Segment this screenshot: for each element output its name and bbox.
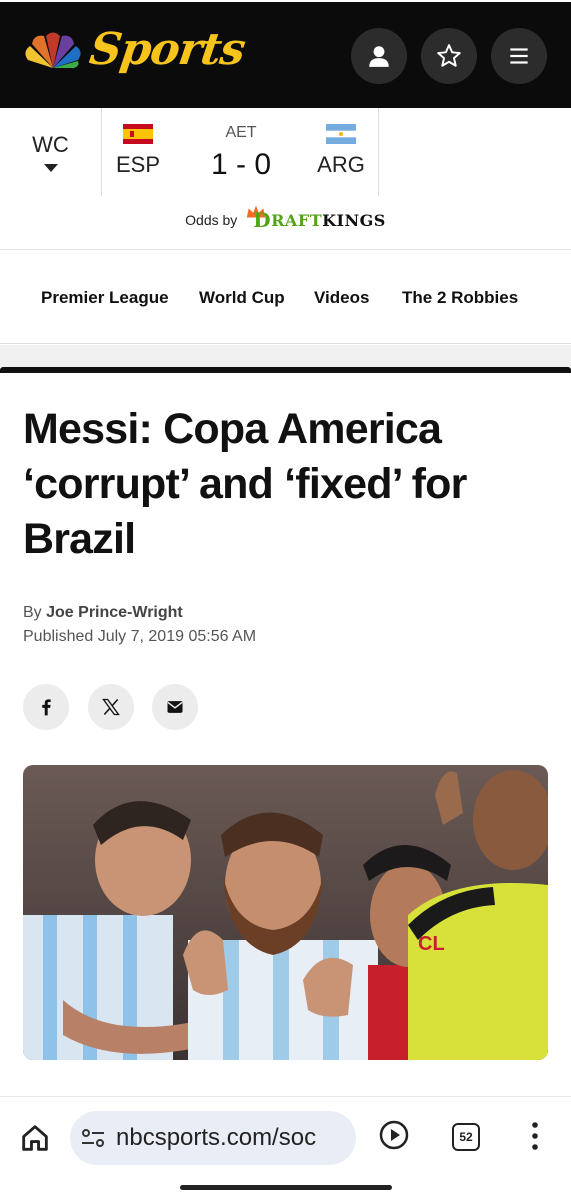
- favorites-button[interactable]: [421, 28, 477, 84]
- gesture-bar: [180, 1185, 392, 1190]
- site-header: Sports: [0, 0, 571, 108]
- nav-item-premier-league[interactable]: Premier League: [41, 288, 169, 308]
- published-date: Published July 7, 2019 05:56 AM: [23, 628, 257, 645]
- hero-image[interactable]: CL: [23, 765, 548, 1060]
- share-facebook-button[interactable]: [23, 684, 69, 730]
- odds-sponsor[interactable]: Odds by D RAFT KINGS: [0, 205, 571, 232]
- nbc-sports-logo[interactable]: Sports: [22, 24, 248, 75]
- game-status: AET: [225, 124, 257, 141]
- share-email-button[interactable]: [152, 684, 198, 730]
- share-x-button[interactable]: [88, 684, 134, 730]
- byline-prefix: By: [23, 604, 42, 621]
- game-score: 1 - 0: [210, 148, 272, 181]
- url-text: nbcsports.com/soc: [116, 1124, 317, 1151]
- nav-item-world-cup[interactable]: World Cup: [199, 288, 285, 308]
- nav-item-the-2-robbies[interactable]: The 2 Robbies: [402, 288, 518, 308]
- x-icon: [102, 698, 120, 716]
- hamburger-icon: [510, 48, 528, 64]
- mail-icon: [167, 701, 183, 713]
- article-headline: Messi: Copa America ‘corrupt’ and ‘fixed…: [23, 405, 467, 563]
- home-team: ESP: [103, 124, 173, 178]
- away-team-abbr: ARG: [317, 152, 365, 177]
- game-card[interactable]: ESP AET 1 - 0 ARG: [103, 108, 379, 196]
- user-icon: [369, 46, 389, 67]
- account-button[interactable]: [351, 28, 407, 84]
- byline: By Joe Prince-Wright: [23, 604, 183, 622]
- tab-count: 52: [459, 1130, 473, 1144]
- author-link[interactable]: Joe Prince-Wright: [46, 604, 183, 621]
- address-bar[interactable]: nbcsports.com/soc: [70, 1111, 356, 1165]
- scores-bar: WC ESP AET 1 - 0 ARG Odds by D RAFT KINGS: [0, 108, 571, 250]
- argentina-flag-icon: [326, 124, 356, 144]
- site-settings-icon: [82, 1129, 104, 1147]
- draftkings-logo: D RAFT KINGS: [245, 205, 386, 232]
- league-selector[interactable]: WC: [0, 108, 102, 196]
- facebook-icon: [42, 699, 51, 716]
- odds-label: Odds by: [185, 212, 238, 228]
- brand-wordmark: Sports: [86, 24, 248, 75]
- menu-button[interactable]: [491, 28, 547, 84]
- more-options-icon[interactable]: [525, 1119, 545, 1153]
- article-top-rule: [0, 367, 571, 373]
- tab-switcher-button[interactable]: 52: [452, 1123, 480, 1151]
- spain-flag-icon: [123, 124, 153, 144]
- away-team: ARG: [306, 124, 376, 178]
- league-label: WC: [32, 132, 69, 157]
- chevron-down-icon: [43, 164, 58, 172]
- divider: [0, 345, 571, 367]
- home-icon[interactable]: [18, 1121, 52, 1155]
- soccer-players-photo: CL: [23, 765, 548, 1060]
- svg-text:CL: CL: [418, 933, 445, 955]
- play-icon[interactable]: [378, 1119, 410, 1151]
- peacock-icon: [25, 32, 81, 68]
- nav-item-videos[interactable]: Videos: [314, 288, 369, 308]
- star-icon: [437, 44, 461, 67]
- home-team-abbr: ESP: [115, 152, 161, 177]
- section-nav: Premier League World Cup Videos The 2 Ro…: [0, 250, 571, 344]
